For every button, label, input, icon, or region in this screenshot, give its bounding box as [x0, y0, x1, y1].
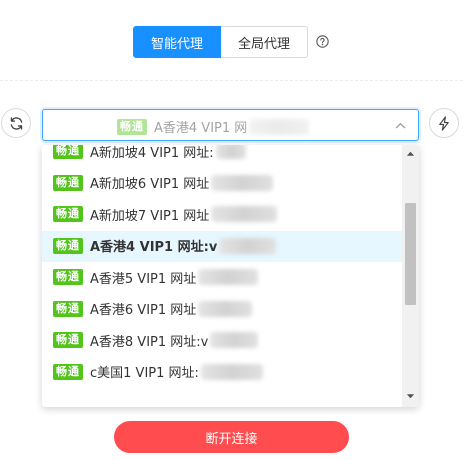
question-circle-icon[interactable]: [316, 35, 329, 48]
status-badge: 畅通: [53, 174, 83, 191]
node-option-label: c美国1 VIP1 网址:: [90, 366, 199, 382]
proxy-mode-toggle: 智能代理 全局代理: [133, 26, 308, 58]
global-proxy-button[interactable]: 全局代理: [221, 26, 308, 58]
node-option-label: A新加坡6 VIP1 网址: [90, 177, 210, 193]
node-option[interactable]: 畅通 A新加坡6 VIP1 网址: [42, 168, 402, 200]
dropdown-scrollbar[interactable]: [402, 145, 419, 407]
node-option-label: A香港6 VIP1 网址: [90, 303, 197, 319]
node-option[interactable]: 畅通 A香港8 VIP1 网址:v: [42, 325, 402, 357]
node-option[interactable]: 畅通 A香港4 VIP1 网址:v: [42, 230, 402, 262]
node-option-label: A香港5 VIP1 网址: [90, 271, 197, 287]
redacted-text: [200, 363, 263, 380]
redacted-text: [211, 174, 274, 191]
node-list: 畅通 A新加坡4 VIP1 网址: 畅通 A新加坡6 VIP1 网址 畅通 A新加坡7 V…: [42, 145, 402, 388]
redacted-text: [198, 300, 253, 317]
refresh-button[interactable]: [1, 108, 31, 138]
scroll-thumb[interactable]: [405, 203, 416, 305]
node-option-label: A香港8 VIP1 网址:v: [90, 334, 209, 350]
status-badge: 畅通: [53, 363, 83, 380]
node-dropdown: 畅通 A新加坡4 VIP1 网址: 畅通 A新加坡6 VIP1 网址 畅通 A新加坡7 V…: [42, 145, 419, 407]
node-option[interactable]: 畅通 A新加坡7 VIP1 网址: [42, 199, 402, 231]
redacted-text: [198, 269, 259, 286]
chevron-up-icon: [395, 123, 406, 129]
scroll-up-arrow-icon[interactable]: [406, 149, 415, 158]
node-option-label: A新加坡4 VIP1 网址:: [90, 145, 214, 161]
redacted-text: [211, 206, 278, 223]
status-badge: 畅通: [53, 145, 83, 160]
proxy-panel: 智能代理 全局代理 畅通 A香港4 VIP1 网 畅通 A新加坡4 VIP1 网…: [0, 0, 463, 460]
node-select[interactable]: 畅通 A香港4 VIP1 网: [42, 109, 419, 141]
disconnect-button[interactable]: 断开连接: [114, 421, 349, 453]
status-badge: 畅通: [53, 206, 83, 223]
lightning-icon: [439, 115, 449, 131]
smart-proxy-button[interactable]: 智能代理: [133, 26, 221, 58]
node-option-label: A香港4 VIP1 网址:v: [90, 240, 218, 256]
status-badge: 畅通: [53, 237, 83, 254]
status-badge: 畅通: [117, 118, 147, 135]
node-option[interactable]: 畅通 A新加坡4 VIP1 网址:: [42, 145, 402, 168]
selected-node-label: A香港4 VIP1 网: [154, 121, 248, 136]
redacted-text: [215, 145, 246, 160]
status-badge: 畅通: [53, 300, 83, 317]
section-divider: [0, 80, 463, 81]
refresh-icon: [10, 116, 22, 130]
node-option[interactable]: 畅通 A香港6 VIP1 网址: [42, 294, 402, 326]
status-badge: 畅通: [53, 332, 83, 349]
selected-node: 畅通 A香港4 VIP1 网: [117, 117, 310, 136]
speed-test-button[interactable]: [429, 108, 459, 138]
status-badge: 畅通: [53, 269, 83, 286]
node-option-label: A新加坡7 VIP1 网址: [90, 208, 210, 224]
redacted-text: [210, 332, 259, 349]
node-option[interactable]: 畅通 c美国1 VIP1 网址:: [42, 357, 402, 389]
scroll-down-arrow-icon[interactable]: [406, 392, 415, 401]
redacted-text: [249, 118, 310, 135]
redacted-text: [219, 237, 277, 254]
node-option[interactable]: 畅通 A香港5 VIP1 网址: [42, 262, 402, 294]
